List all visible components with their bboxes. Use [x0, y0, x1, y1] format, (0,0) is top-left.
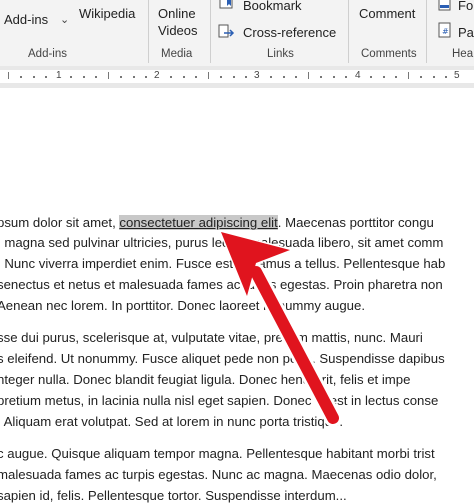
red-arrow-icon: [219, 230, 342, 427]
red-arrow-annotation-icon: [219, 230, 342, 427]
